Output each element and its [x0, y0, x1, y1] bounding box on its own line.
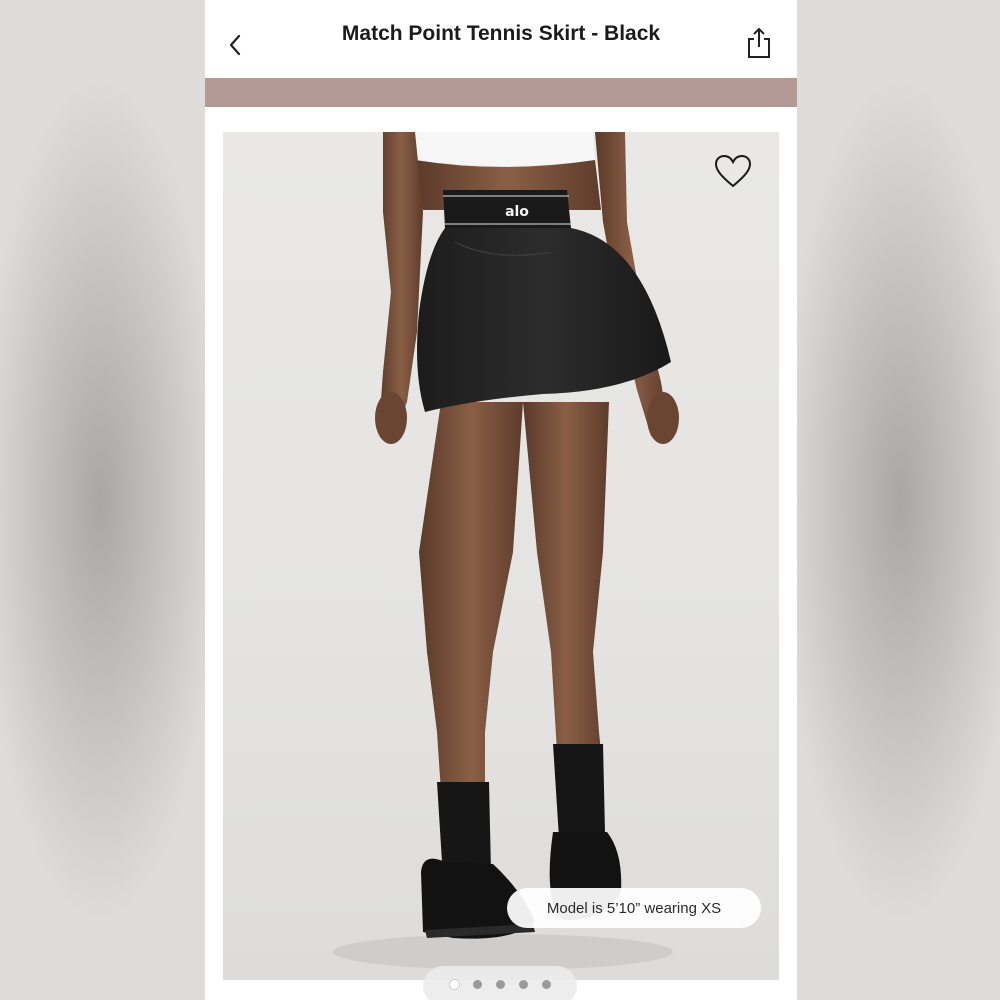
top-nav-bar: Match Point Tennis Skirt - Black	[205, 0, 797, 78]
share-button[interactable]	[745, 26, 773, 60]
model-size-caption: Model is 5’10” wearing XS	[507, 888, 761, 928]
pager-dot-2[interactable]	[472, 980, 482, 989]
promo-banner[interactable]	[205, 78, 797, 107]
brand-logo: alo	[505, 204, 529, 220]
model-photo: alo	[333, 132, 679, 970]
image-pager	[423, 966, 577, 1000]
pager-dot-1[interactable]	[449, 980, 459, 989]
pager-dot-4[interactable]	[518, 980, 528, 989]
product-page: Match Point Tennis Skirt - Black alo Mod…	[205, 0, 797, 1000]
pager-dot-3[interactable]	[495, 980, 505, 989]
product-image[interactable]: alo Model is 5’10” wearing XS	[223, 132, 779, 980]
share-icon	[748, 28, 770, 58]
favorite-button[interactable]	[713, 152, 753, 192]
pager-dot-5[interactable]	[541, 980, 551, 989]
heart-icon	[714, 154, 752, 188]
page-title: Match Point Tennis Skirt - Black	[341, 22, 661, 45]
back-button[interactable]	[223, 30, 247, 60]
chevron-left-icon	[229, 34, 241, 56]
